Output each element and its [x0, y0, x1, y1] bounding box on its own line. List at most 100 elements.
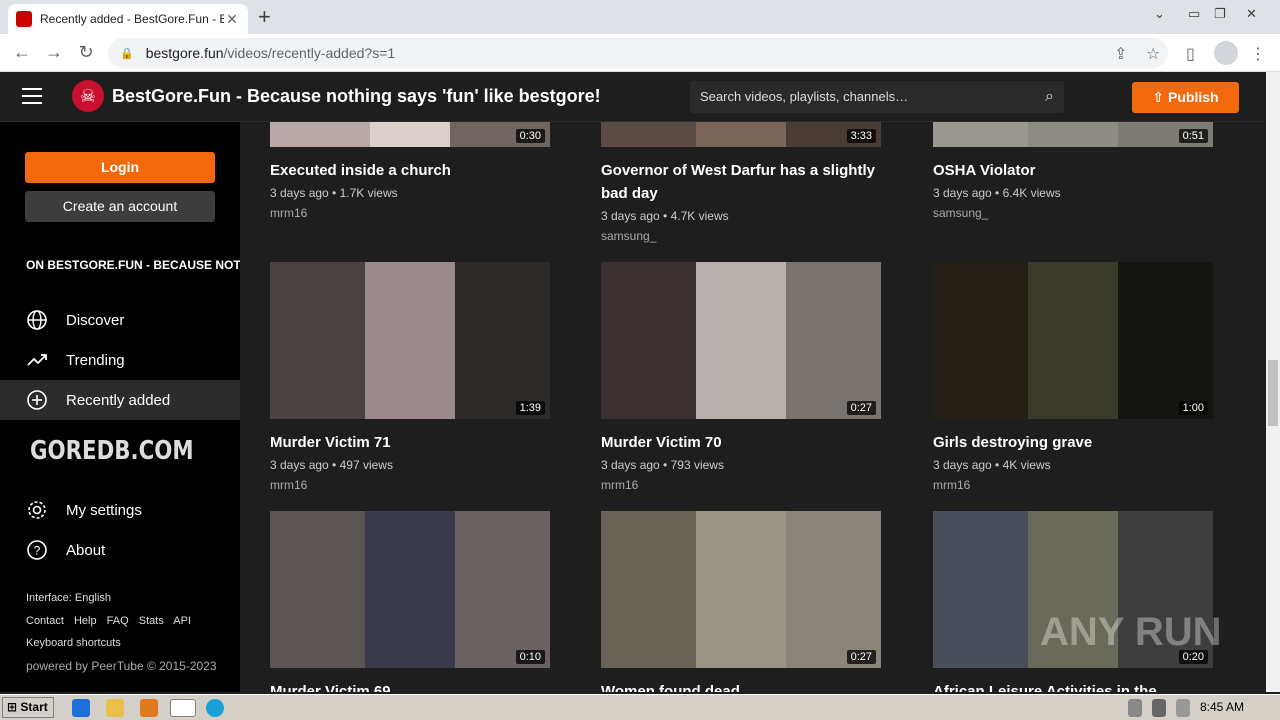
hamburger-menu-icon[interactable] [22, 88, 42, 104]
keyboard-shortcuts-link[interactable]: Keyboard shortcuts [26, 637, 121, 649]
video-title[interactable]: Executed inside a church [270, 159, 550, 182]
sidebar-item-my-settings[interactable]: My settings [0, 490, 240, 530]
video-thumbnail[interactable]: 1:39 [270, 262, 550, 419]
video-title[interactable]: Murder Victim 69 [270, 680, 550, 692]
reload-icon[interactable]: ↻ [74, 42, 98, 63]
video-thumbnail[interactable]: 0:10 [270, 511, 550, 668]
video-thumbnail[interactable]: 0:30 [270, 122, 550, 147]
footer-link-help[interactable]: Help [74, 615, 97, 627]
taskbar-clock[interactable]: 8:45 AM [1200, 700, 1244, 714]
interface-language[interactable]: Interface: English [26, 592, 111, 604]
video-card[interactable]: 0:27 Women found dead [601, 511, 881, 692]
restore-icon[interactable]: ❐ [1214, 6, 1226, 22]
video-title[interactable]: Girls destroying grave [933, 431, 1213, 454]
profile-avatar-icon[interactable] [1214, 41, 1238, 65]
video-views: 4.7K views [670, 209, 729, 223]
forward-icon[interactable]: → [42, 42, 66, 63]
powered-by: powered by PeerTube © 2015-2023 [26, 659, 217, 673]
video-thumbnail[interactable]: 0:27 [601, 511, 881, 668]
footer-link-api[interactable]: API [173, 615, 191, 627]
internet-explorer-icon[interactable] [72, 699, 90, 717]
sidebar-item-recently-added[interactable]: Recently added [0, 380, 240, 420]
footer-link-faq[interactable]: FAQ [107, 615, 129, 627]
login-button[interactable]: Login [25, 152, 215, 183]
close-window-icon[interactable]: ✕ [1246, 6, 1257, 22]
back-icon[interactable]: ← [10, 42, 34, 63]
close-tab-icon[interactable]: ✕ [224, 11, 240, 28]
video-thumbnail[interactable]: 1:00 [933, 262, 1213, 419]
video-duration: 1:00 [1178, 401, 1208, 415]
search-icon[interactable]: ⌕ [1045, 81, 1054, 113]
media-player-icon[interactable] [140, 699, 158, 717]
start-button[interactable]: ⊞ Start [2, 697, 54, 718]
new-tab-icon[interactable]: + [258, 4, 271, 30]
video-channel[interactable]: mrm16 [270, 206, 550, 220]
svg-text:?: ? [34, 544, 41, 558]
video-thumbnail[interactable]: 0:27 [601, 262, 881, 419]
goredb-banner[interactable]: GOREDB.COM [30, 436, 194, 466]
page-scrollbar[interactable] [1266, 72, 1280, 692]
browser-tab[interactable]: Recently added - BestGore.Fun - Be ✕ [8, 4, 248, 34]
video-card[interactable]: 0:27 Murder Victim 70 3 days ago • 793 v… [601, 262, 881, 492]
bookmark-star-icon[interactable]: ☆ [1146, 44, 1160, 64]
url-host: bestgore.fun [145, 45, 224, 61]
publish-label: Publish [1168, 89, 1219, 105]
search-input[interactable]: Search videos, playlists, channels… ⌕ [690, 81, 1064, 113]
volume-icon[interactable] [1128, 699, 1142, 717]
site-title[interactable]: BestGore.Fun - Because nothing says 'fun… [112, 86, 601, 107]
video-title[interactable]: OSHA Violator [933, 159, 1213, 182]
video-duration: 0:27 [846, 401, 876, 415]
site-logo-icon[interactable]: ☠ [72, 80, 104, 112]
video-title[interactable]: Murder Victim 71 [270, 431, 550, 454]
start-label: Start [20, 700, 48, 714]
video-card[interactable]: 0:10 Murder Victim 69 [270, 511, 550, 692]
video-card[interactable]: 1:00 Girls destroying grave 3 days ago •… [933, 262, 1213, 492]
video-channel[interactable]: mrm16 [270, 478, 550, 492]
file-explorer-icon[interactable] [106, 699, 124, 717]
video-thumbnail[interactable]: 3:33 [601, 122, 881, 147]
url-field[interactable]: 🔒 bestgore.fun/videos/recently-added?s=1 [108, 38, 1168, 68]
browser-menu-icon[interactable]: ⋮ [1250, 44, 1266, 64]
video-channel[interactable]: mrm16 [601, 478, 881, 492]
video-channel[interactable]: samsung_ [601, 229, 881, 243]
video-meta: 3 days ago • 497 views [270, 458, 393, 472]
video-title[interactable]: Murder Victim 70 [601, 431, 881, 454]
video-meta: 3 days ago • 793 views [601, 458, 724, 472]
video-card[interactable]: 0:51 OSHA Violator 3 days ago • 6.4K vie… [933, 122, 1213, 220]
site-header: ☠ BestGore.Fun - Because nothing says 'f… [0, 72, 1266, 122]
instance-name: ON BESTGORE.FUN - BECAUSE NOT [26, 258, 240, 272]
video-age: 3 days ago [270, 186, 329, 200]
video-card[interactable]: 0:30 Executed inside a church 3 days ago… [270, 122, 550, 220]
browser-tab-strip: Recently added - BestGore.Fun - Be ✕ + ⌄… [0, 0, 1280, 34]
sidebar-item-label: Discover [66, 311, 125, 329]
footer-link-stats[interactable]: Stats [139, 615, 164, 627]
video-card[interactable]: 0:20 African Leisure Activities in the [933, 511, 1213, 692]
video-channel[interactable]: samsung_ [933, 206, 1213, 220]
video-card[interactable]: 3:33 Governor of West Darfur has a sligh… [601, 122, 881, 243]
share-icon[interactable]: ⇪ [1114, 44, 1127, 64]
video-card[interactable]: 1:39 Murder Victim 71 3 days ago • 497 v… [270, 262, 550, 492]
create-account-button[interactable]: Create an account [25, 191, 215, 222]
video-channel[interactable]: mrm16 [933, 478, 1213, 492]
sidebar-item-about[interactable]: ? About [0, 530, 240, 570]
interface-value[interactable]: English [75, 592, 111, 604]
video-title[interactable]: African Leisure Activities in the [933, 680, 1213, 692]
chrome-taskbar-button[interactable] [170, 699, 196, 717]
video-thumbnail[interactable]: 0:51 [933, 122, 1213, 147]
minimize-icon[interactable]: ▭ [1188, 6, 1200, 22]
sidebar: Login Create an account ON BESTGORE.FUN … [0, 122, 240, 692]
video-title[interactable]: Women found dead [601, 680, 881, 692]
windows-taskbar: ⊞ Start 8:45 AM [0, 694, 1280, 720]
tab-search-icon[interactable]: ⌄ [1154, 6, 1165, 22]
edge-icon[interactable] [206, 699, 224, 717]
footer-link-contact[interactable]: Contact [26, 615, 64, 627]
network-icon[interactable] [1152, 699, 1166, 717]
sidebar-item-trending[interactable]: Trending [0, 340, 240, 380]
video-title[interactable]: Governor of West Darfur has a slightly b… [601, 159, 881, 205]
video-age: 3 days ago [601, 458, 660, 472]
scrollbar-thumb[interactable] [1268, 360, 1278, 426]
publish-button[interactable]: ⇧ Publish [1132, 82, 1239, 113]
action-center-flag-icon[interactable] [1176, 699, 1190, 717]
sidebar-item-discover[interactable]: Discover [0, 300, 240, 340]
side-panel-icon[interactable]: ▯ [1186, 44, 1195, 64]
